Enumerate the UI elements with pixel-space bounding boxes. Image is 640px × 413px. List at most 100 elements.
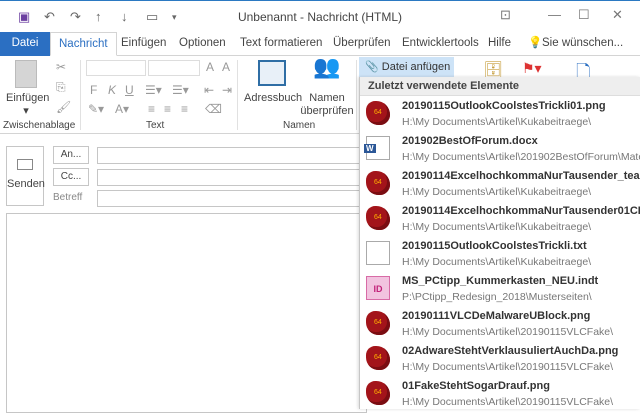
recent-item-path: H:\My Documents\Artikel\Kukabeitraege\ <box>402 256 592 268</box>
ribbon-display-icon[interactable]: ⊡ <box>500 7 511 23</box>
grow-font-icon[interactable]: A <box>206 60 214 74</box>
ribbon-tabs: Datei Nachricht Einfügen Optionen Text f… <box>0 32 640 56</box>
copy-icon[interactable]: ⎘ <box>56 80 66 95</box>
recent-item[interactable]: 01FakeStehtSogarDrauf.png H:\My Document… <box>360 376 640 411</box>
paste-button[interactable]: Einfügen ▾ <box>6 60 50 118</box>
title-bar: ▣ ↶ ↷ ↑ ↓ ▭ ▾ Unbenannt - Nachricht (HTM… <box>0 0 640 32</box>
decrease-indent-icon[interactable]: ⇤ <box>204 83 214 97</box>
clipboard-icon <box>15 60 37 88</box>
check-names-button[interactable]: 👥 Namen überprüfen <box>300 54 354 118</box>
tab-text-formatieren[interactable]: Text formatieren <box>232 32 330 56</box>
recent-item[interactable]: 201902BestOfForum.docx H:\My Documents\A… <box>360 131 640 166</box>
clear-formatting-icon[interactable]: ⌫ <box>205 102 222 116</box>
group-divider <box>237 60 238 130</box>
image-file-icon <box>366 206 390 230</box>
format-painter-icon[interactable]: 🖌 <box>56 100 71 114</box>
bold-button[interactable]: F <box>90 83 97 97</box>
tab-hilfe[interactable]: Hilfe <box>480 32 519 56</box>
image-file-icon <box>366 381 390 405</box>
check-names-label-1: Namen <box>309 92 345 104</box>
group-divider <box>356 60 357 130</box>
recent-item-name: 201902BestOfForum.docx <box>402 135 538 147</box>
send-label: Senden <box>7 178 45 190</box>
recent-item-name: 20190115OutlookCoolstesTrickli01.png <box>402 100 606 112</box>
recent-item-path: H:\My Documents\Artikel\201902BestOfForu… <box>402 151 640 163</box>
message-body[interactable] <box>6 213 367 413</box>
recent-item[interactable]: 20190115OutlookCoolstesTrickli.txt H:\My… <box>360 236 640 271</box>
tab-entwicklertools[interactable]: Entwicklertools <box>394 32 487 56</box>
recent-item-name: 20190111VLCDeMalwareUBlock.png <box>402 310 591 322</box>
addressbook-button[interactable]: Adressbuch <box>244 60 303 105</box>
send-envelope-icon <box>17 159 33 170</box>
group-label-names: Namen <box>283 120 316 131</box>
cc-button[interactable]: Cc... <box>53 168 89 186</box>
subject-field[interactable] <box>97 190 367 207</box>
addressbook-label: Adressbuch <box>244 92 303 104</box>
numbering-icon[interactable]: ☰▾ <box>172 83 189 97</box>
subject-label: Betreff <box>53 192 83 203</box>
to-button[interactable]: An... <box>53 146 89 164</box>
italic-button[interactable]: K <box>108 83 116 97</box>
recent-item-path: H:\My Documents\Artikel\20190115VLCFake\ <box>402 396 614 408</box>
recent-item-path: H:\My Documents\Artikel\20190115VLCFake\ <box>402 326 614 338</box>
recent-item-name: 01FakeStehtSogarDrauf.png <box>402 380 550 392</box>
tab-optionen[interactable]: Optionen <box>171 32 234 56</box>
check-names-label-2: überprüfen <box>300 105 354 117</box>
recent-item-path: P:\PCtipp_Redesign_2018\Musterseiten\ <box>402 291 592 303</box>
window-title: Unbenannt - Nachricht (HTML) <box>237 10 403 24</box>
lightbulb-icon: 💡 <box>528 37 543 49</box>
paste-label: Einfügen <box>6 92 50 104</box>
underline-button[interactable]: U <box>125 83 134 97</box>
recent-item[interactable]: 20190114ExcelhochkommaNurTausender01CH.p… <box>360 201 640 236</box>
send-button[interactable]: Senden <box>6 146 45 206</box>
font-color-icon[interactable]: A▾ <box>115 102 129 116</box>
recent-item[interactable]: 20190114ExcelhochkommaNurTausender_teas.… <box>360 166 640 201</box>
align-center-icon[interactable]: ≡ <box>164 102 171 116</box>
addressbook-icon <box>258 60 286 86</box>
image-file-icon <box>366 311 390 335</box>
shrink-font-icon[interactable]: A <box>222 60 230 74</box>
align-right-icon[interactable]: ≡ <box>181 102 188 116</box>
group-label-text: Text <box>146 120 165 131</box>
recent-items-dropdown: Zuletzt verwendete Elemente 20190115Outl… <box>359 77 640 409</box>
recent-item-name: MS_PCtipp_Kummerkasten_NEU.indt <box>402 275 599 287</box>
recent-item-name: 20190114ExcelhochkommaNurTausender_teas.… <box>402 170 640 182</box>
follow-up-flag-icon[interactable]: ⚑▾ <box>522 60 542 77</box>
recent-item[interactable]: 20190111VLCDeMalwareUBlock.png H:\My Doc… <box>360 306 640 341</box>
check-names-icon: 👥 <box>313 54 341 79</box>
cc-field[interactable] <box>97 169 367 186</box>
recent-item-path: H:\My Documents\Artikel\Kukabeitraege\ <box>402 221 592 233</box>
tab-nachricht[interactable]: Nachricht <box>50 32 117 56</box>
to-field[interactable] <box>97 147 367 164</box>
cut-icon[interactable]: ✂ <box>56 60 66 74</box>
recent-item[interactable]: 20190115OutlookCoolstesTrickli01.png H:\… <box>360 96 640 131</box>
tab-ueberpruefen[interactable]: Überprüfen <box>325 32 399 56</box>
recent-item-path: H:\My Documents\Artikel\20190115VLCFake\ <box>402 361 614 373</box>
paperclip-icon: 📎 <box>365 61 379 73</box>
recent-item-path: H:\My Documents\Artikel\Kukabeitraege\ <box>402 186 592 198</box>
highlight-icon[interactable]: ✎▾ <box>88 102 104 116</box>
close-icon[interactable]: ✕ <box>612 7 623 23</box>
tab-datei[interactable]: Datei <box>0 32 50 56</box>
image-file-icon <box>366 101 390 125</box>
font-name-combo[interactable] <box>86 60 146 76</box>
recent-item-path: H:\My Documents\Artikel\Kukabeitraege\ <box>402 116 592 128</box>
minimize-icon[interactable]: — <box>548 7 561 22</box>
recent-item[interactable]: ID MS_PCtipp_Kummerkasten_NEU.indt P:\PC… <box>360 271 640 306</box>
attach-file-button[interactable]: 📎 Datei anfügen ▾ <box>359 57 454 93</box>
increase-indent-icon[interactable]: ⇥ <box>222 83 232 97</box>
recent-items-header: Zuletzt verwendete Elemente <box>360 77 640 96</box>
tell-me-search[interactable]: 💡 Sie wünschen... <box>520 32 631 56</box>
tell-me-label: Sie wünschen... <box>542 37 624 49</box>
word-document-icon <box>364 136 390 160</box>
tab-einfuegen[interactable]: Einfügen <box>113 32 174 56</box>
recent-item[interactable]: 02AdwareStehtVerklausuliertAuchDa.png H:… <box>360 341 640 376</box>
recent-item-name: 20190115OutlookCoolstesTrickli.txt <box>402 240 587 252</box>
attach-file-label: Datei anfügen <box>381 61 451 73</box>
indesign-file-icon: ID <box>366 276 390 300</box>
maximize-icon[interactable]: ☐ <box>578 7 590 23</box>
group-label-clipboard: Zwischenablage <box>3 120 76 131</box>
align-left-icon[interactable]: ≡ <box>148 102 155 116</box>
bullets-icon[interactable]: ☰▾ <box>145 83 162 97</box>
font-size-combo[interactable] <box>148 60 200 76</box>
